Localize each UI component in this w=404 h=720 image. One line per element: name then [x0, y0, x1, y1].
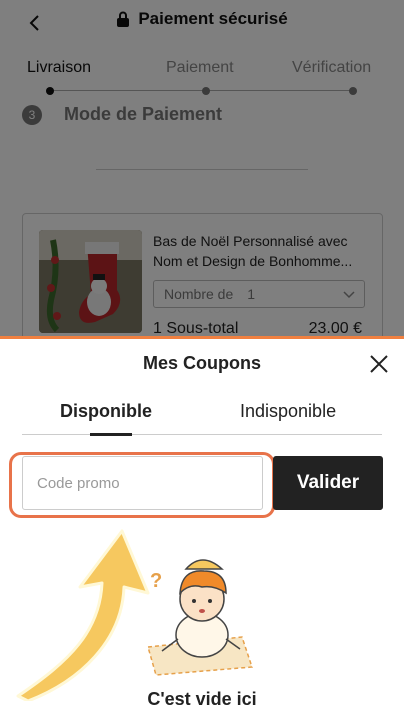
tab-disponible[interactable]: Disponible [60, 401, 152, 422]
coupons-sheet: Mes Coupons Disponible Indisponible Vali… [0, 336, 404, 720]
empty-state-illustration: ? [147, 559, 254, 676]
tab-indisponible[interactable]: Indisponible [240, 401, 336, 422]
empty-state-text: C'est vide ici [147, 689, 257, 709]
sheet-title: Mes Coupons [142, 353, 261, 373]
close-icon[interactable] [368, 353, 390, 375]
promo-code-input[interactable] [22, 456, 263, 510]
svg-text:?: ? [150, 570, 162, 592]
validate-button[interactable]: Valider [273, 456, 383, 510]
active-tab-indicator [90, 433, 132, 436]
coupon-tabs: Disponible Indisponible [22, 397, 382, 436]
